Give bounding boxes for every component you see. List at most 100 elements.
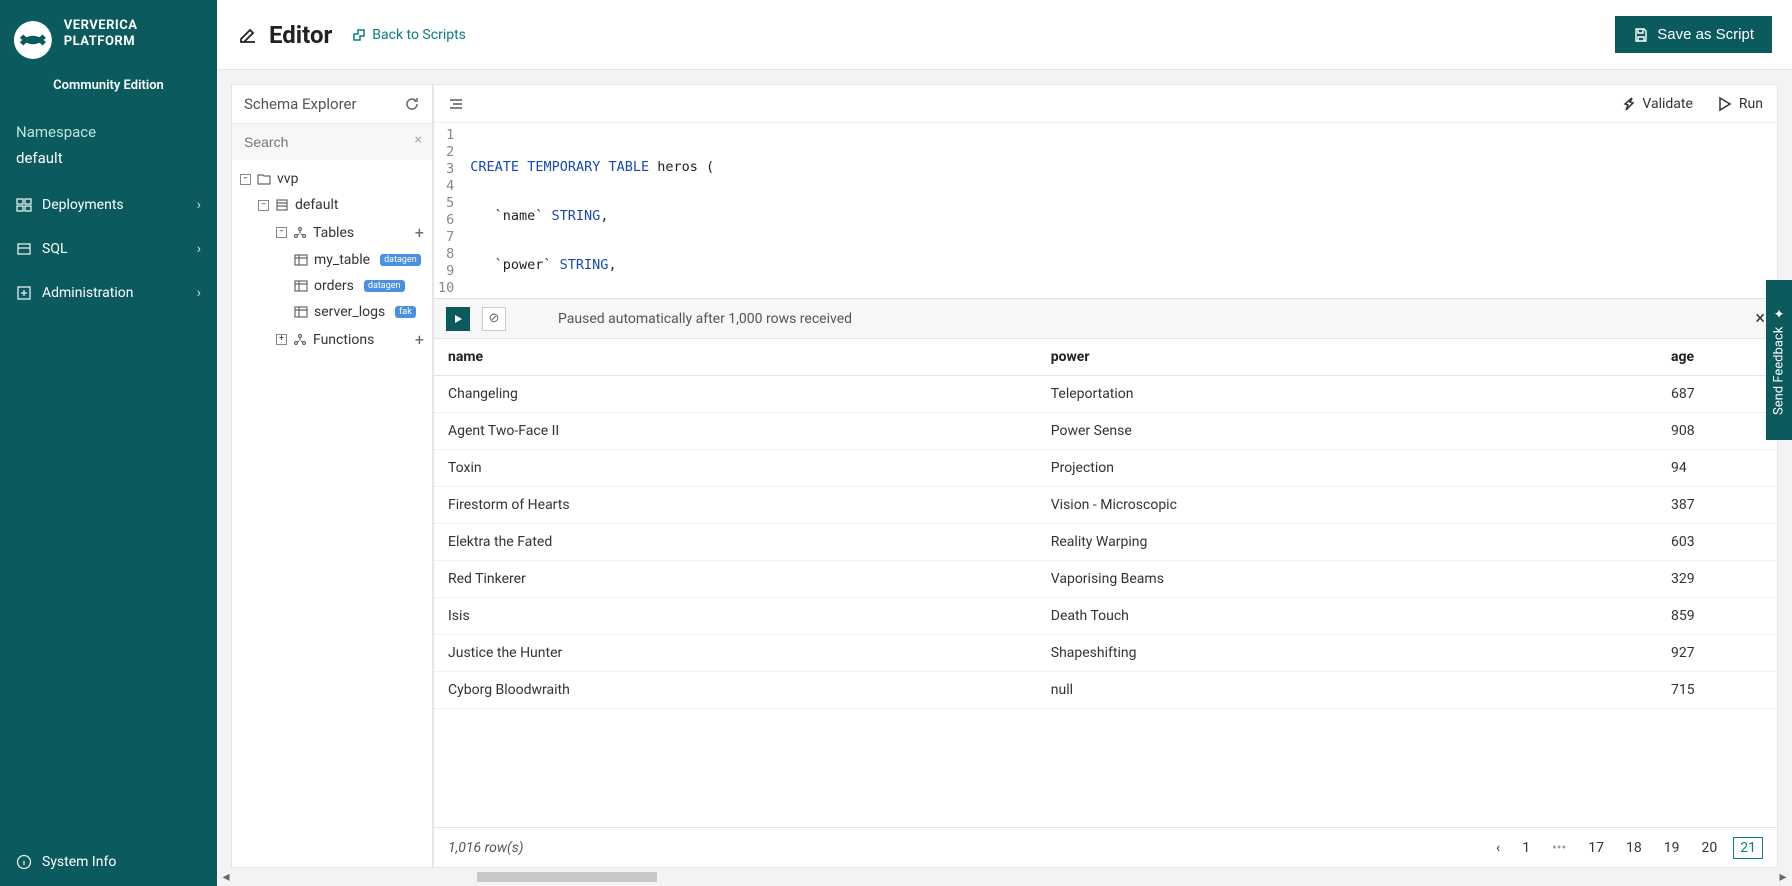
cell-age: 94	[1657, 450, 1777, 487]
scroll-thumb[interactable]	[477, 872, 657, 882]
tree-table-item[interactable]: orders datagen	[232, 273, 432, 299]
table-row[interactable]: Elektra the FatedReality Warping603	[434, 524, 1777, 561]
pager-page[interactable]: 20	[1696, 838, 1724, 858]
run-label: Run	[1739, 96, 1763, 112]
table-name: orders	[314, 278, 354, 294]
admin-icon	[16, 285, 32, 301]
save-label: Save as Script	[1657, 26, 1754, 43]
logo-icon	[12, 18, 54, 62]
table-name: my_table	[314, 252, 370, 268]
brand-name: VERVERICA PLATFORM	[64, 18, 205, 49]
add-function-icon[interactable]: +	[415, 330, 424, 349]
cell-power: Projection	[1037, 450, 1657, 487]
chevron-right-icon: ›	[197, 285, 201, 301]
close-results-icon[interactable]: ×	[1755, 308, 1765, 329]
tables-icon	[293, 226, 307, 240]
schema-title: Schema Explorer	[244, 95, 357, 113]
table-row[interactable]: Justice the HunterShapeshifting927	[434, 635, 1777, 672]
tree-table-item[interactable]: server_logs fak	[232, 299, 432, 325]
connector-tag: fak	[395, 306, 416, 318]
cell-power: Teleportation	[1037, 376, 1657, 413]
col-power: power	[1037, 339, 1657, 376]
cell-power: Death Touch	[1037, 598, 1657, 635]
pager-prev[interactable]: ‹	[1490, 838, 1506, 858]
scroll-right-icon[interactable]: ▸	[1774, 868, 1792, 886]
table-row[interactable]: Red TinkererVaporising Beams329	[434, 561, 1777, 598]
collapse-icon[interactable]: −	[240, 174, 251, 185]
table-icon	[294, 253, 308, 267]
collapse-icon[interactable]: −	[258, 200, 269, 211]
horizontal-scrollbar[interactable]: ◂ ▸	[217, 868, 1792, 886]
table-row[interactable]: ChangelingTeleportation687	[434, 376, 1777, 413]
pager-page[interactable]: 1	[1516, 838, 1536, 858]
validate-icon	[1620, 96, 1636, 112]
expand-icon[interactable]: +	[276, 334, 287, 345]
namespace-block: Namespace default	[0, 113, 217, 183]
tree-functions[interactable]: + Functions +	[232, 325, 432, 354]
schema-panel: Schema Explorer × − vvp − default	[231, 84, 433, 868]
tables-label: Tables	[313, 225, 354, 241]
back-link[interactable]: Back to Scripts	[352, 27, 466, 43]
table-row[interactable]: Agent Two-Face IIPower Sense908	[434, 413, 1777, 450]
pager-page-active[interactable]: 21	[1733, 837, 1763, 859]
format-icon[interactable]	[448, 97, 464, 111]
chevron-right-icon: ›	[197, 241, 201, 257]
nav-deployments[interactable]: Deployments ›	[0, 183, 217, 227]
tree-database[interactable]: − default	[232, 192, 432, 218]
table-name: server_logs	[314, 304, 385, 320]
results-table: name power age ChangelingTeleportation68…	[434, 339, 1777, 709]
resume-button[interactable]	[446, 307, 470, 331]
schema-tree: − vvp − default − Tables + my_ta	[232, 160, 432, 867]
clear-search-icon[interactable]: ×	[415, 132, 422, 148]
run-button[interactable]: Run	[1717, 96, 1763, 112]
deployments-icon	[16, 197, 32, 213]
save-button[interactable]: Save as Script	[1615, 16, 1772, 53]
cell-age: 687	[1657, 376, 1777, 413]
functions-label: Functions	[313, 332, 374, 348]
edit-icon	[237, 24, 259, 46]
nav-sql[interactable]: SQL ›	[0, 227, 217, 271]
system-info-label: System Info	[42, 854, 116, 870]
topbar: Editor Back to Scripts Save as Script	[217, 0, 1792, 70]
feedback-tab[interactable]: Send Feedback ✦	[1766, 280, 1792, 440]
collapse-icon[interactable]: −	[276, 227, 287, 238]
stop-button[interactable]: ⊘	[482, 307, 506, 331]
namespace-label: Namespace	[16, 123, 201, 141]
tree-tables[interactable]: − Tables +	[232, 218, 432, 247]
add-table-icon[interactable]: +	[415, 223, 424, 242]
table-row[interactable]: Cyborg Bloodwraithnull715	[434, 672, 1777, 709]
system-info[interactable]: System Info	[0, 838, 217, 886]
table-row[interactable]: IsisDeath Touch859	[434, 598, 1777, 635]
tree-table-item[interactable]: my_table datagen	[232, 247, 432, 273]
cell-name: Firestorm of Hearts	[434, 487, 1037, 524]
nav-administration[interactable]: Administration ›	[0, 271, 217, 315]
cell-power: Shapeshifting	[1037, 635, 1657, 672]
page-title: Editor	[269, 21, 332, 49]
col-age: age	[1657, 339, 1777, 376]
back-icon	[352, 28, 366, 42]
cell-age: 859	[1657, 598, 1777, 635]
gutter: 123456789101112	[434, 123, 462, 298]
feedback-label: Send Feedback	[1772, 326, 1787, 414]
results-bar: ⊘ Paused automatically after 1,000 rows …	[434, 299, 1777, 339]
code-editor[interactable]: 123456789101112 CREATE TEMPORARY TABLE h…	[434, 123, 1777, 299]
refresh-icon[interactable]	[404, 96, 420, 112]
connector-tag: datagen	[364, 280, 405, 292]
schema-search-input[interactable]	[232, 124, 432, 160]
pager-page[interactable]: 19	[1658, 838, 1686, 858]
table-row[interactable]: Firestorm of HeartsVision - Microscopic3…	[434, 487, 1777, 524]
pager-page[interactable]: 17	[1582, 838, 1610, 858]
cell-name: Cyborg Bloodwraith	[434, 672, 1037, 709]
pager-page[interactable]: 18	[1620, 838, 1648, 858]
pager-ellipsis: •••	[1546, 838, 1572, 858]
results-table-wrap[interactable]: name power age ChangelingTeleportation68…	[434, 339, 1777, 827]
cell-age: 715	[1657, 672, 1777, 709]
table-row[interactable]: ToxinProjection94	[434, 450, 1777, 487]
table-icon	[294, 305, 308, 319]
cell-age: 387	[1657, 487, 1777, 524]
validate-button[interactable]: Validate	[1620, 96, 1693, 112]
tree-catalog[interactable]: − vvp	[232, 166, 432, 192]
main: Editor Back to Scripts Save as Script Sc…	[217, 0, 1792, 886]
scroll-left-icon[interactable]: ◂	[217, 868, 235, 886]
cell-power: Power Sense	[1037, 413, 1657, 450]
